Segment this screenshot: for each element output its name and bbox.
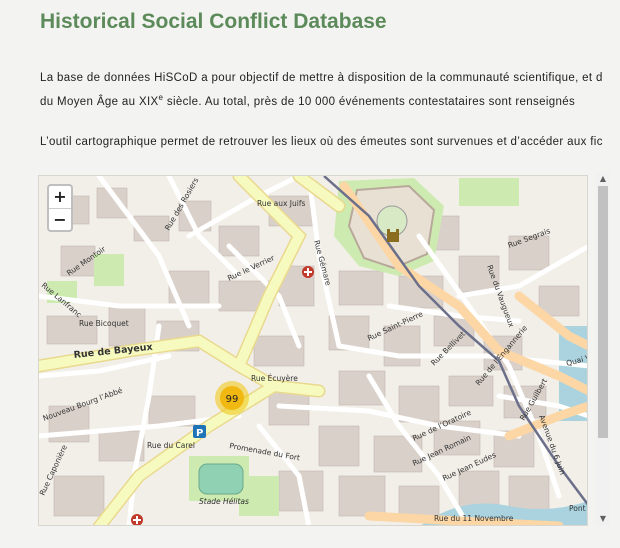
- map-tiles[interactable]: Rue aux Juifs Rue des Rosiers Rue Montoi…: [39, 176, 588, 526]
- intro-paragraph-line-2: du Moyen Âge au XIXe siècle. Au total, p…: [40, 94, 576, 108]
- intro-text-after-sup: siècle. Au total, près de 10 000 événeme…: [163, 96, 576, 108]
- svg-text:P: P: [196, 428, 203, 439]
- page-scrollbar[interactable]: ▲ ▼: [596, 172, 610, 526]
- label-pont: Pont: [569, 504, 586, 513]
- event-cluster-marker[interactable]: 99: [215, 381, 249, 415]
- parking-icon: P: [193, 425, 206, 439]
- map-container[interactable]: Rue aux Juifs Rue des Rosiers Rue Montoi…: [38, 175, 588, 526]
- cluster-count: 99: [226, 394, 239, 405]
- hospital-icon: [302, 266, 314, 278]
- stadium-helitas: [198, 463, 244, 495]
- intro-paragraph-2: L’outil cartographique permet de retrouv…: [40, 136, 603, 148]
- hospital-icon-south: [131, 514, 143, 525]
- page-title: Historical Social Conflict Database: [40, 10, 387, 33]
- label-rue-ecuyere: Rue Écuyère: [251, 374, 298, 383]
- label-rue-bicoquet: Rue Bicoquet: [79, 319, 129, 328]
- scroll-down-arrow-icon[interactable]: ▼: [596, 512, 610, 526]
- scroll-up-arrow-icon[interactable]: ▲: [596, 172, 610, 186]
- label-rue-aux-juifs: Rue aux Juifs: [257, 199, 305, 208]
- zoom-control: + −: [47, 184, 73, 232]
- label-stade-helitas: Stade Hélitas: [199, 497, 249, 506]
- label-rue-du-11-novembre: Rue du 11 Novembre: [434, 514, 514, 523]
- zoom-out-button[interactable]: −: [49, 208, 71, 230]
- intro-paragraph-line-1: La base de données HiSCoD a pour objecti…: [40, 72, 603, 84]
- label-rue-du-carel: Rue du Carel: [147, 441, 195, 450]
- intro-text-before-sup: du Moyen Âge au XIX: [40, 96, 159, 108]
- zoom-in-button[interactable]: +: [49, 186, 71, 208]
- scroll-thumb[interactable]: [598, 186, 608, 438]
